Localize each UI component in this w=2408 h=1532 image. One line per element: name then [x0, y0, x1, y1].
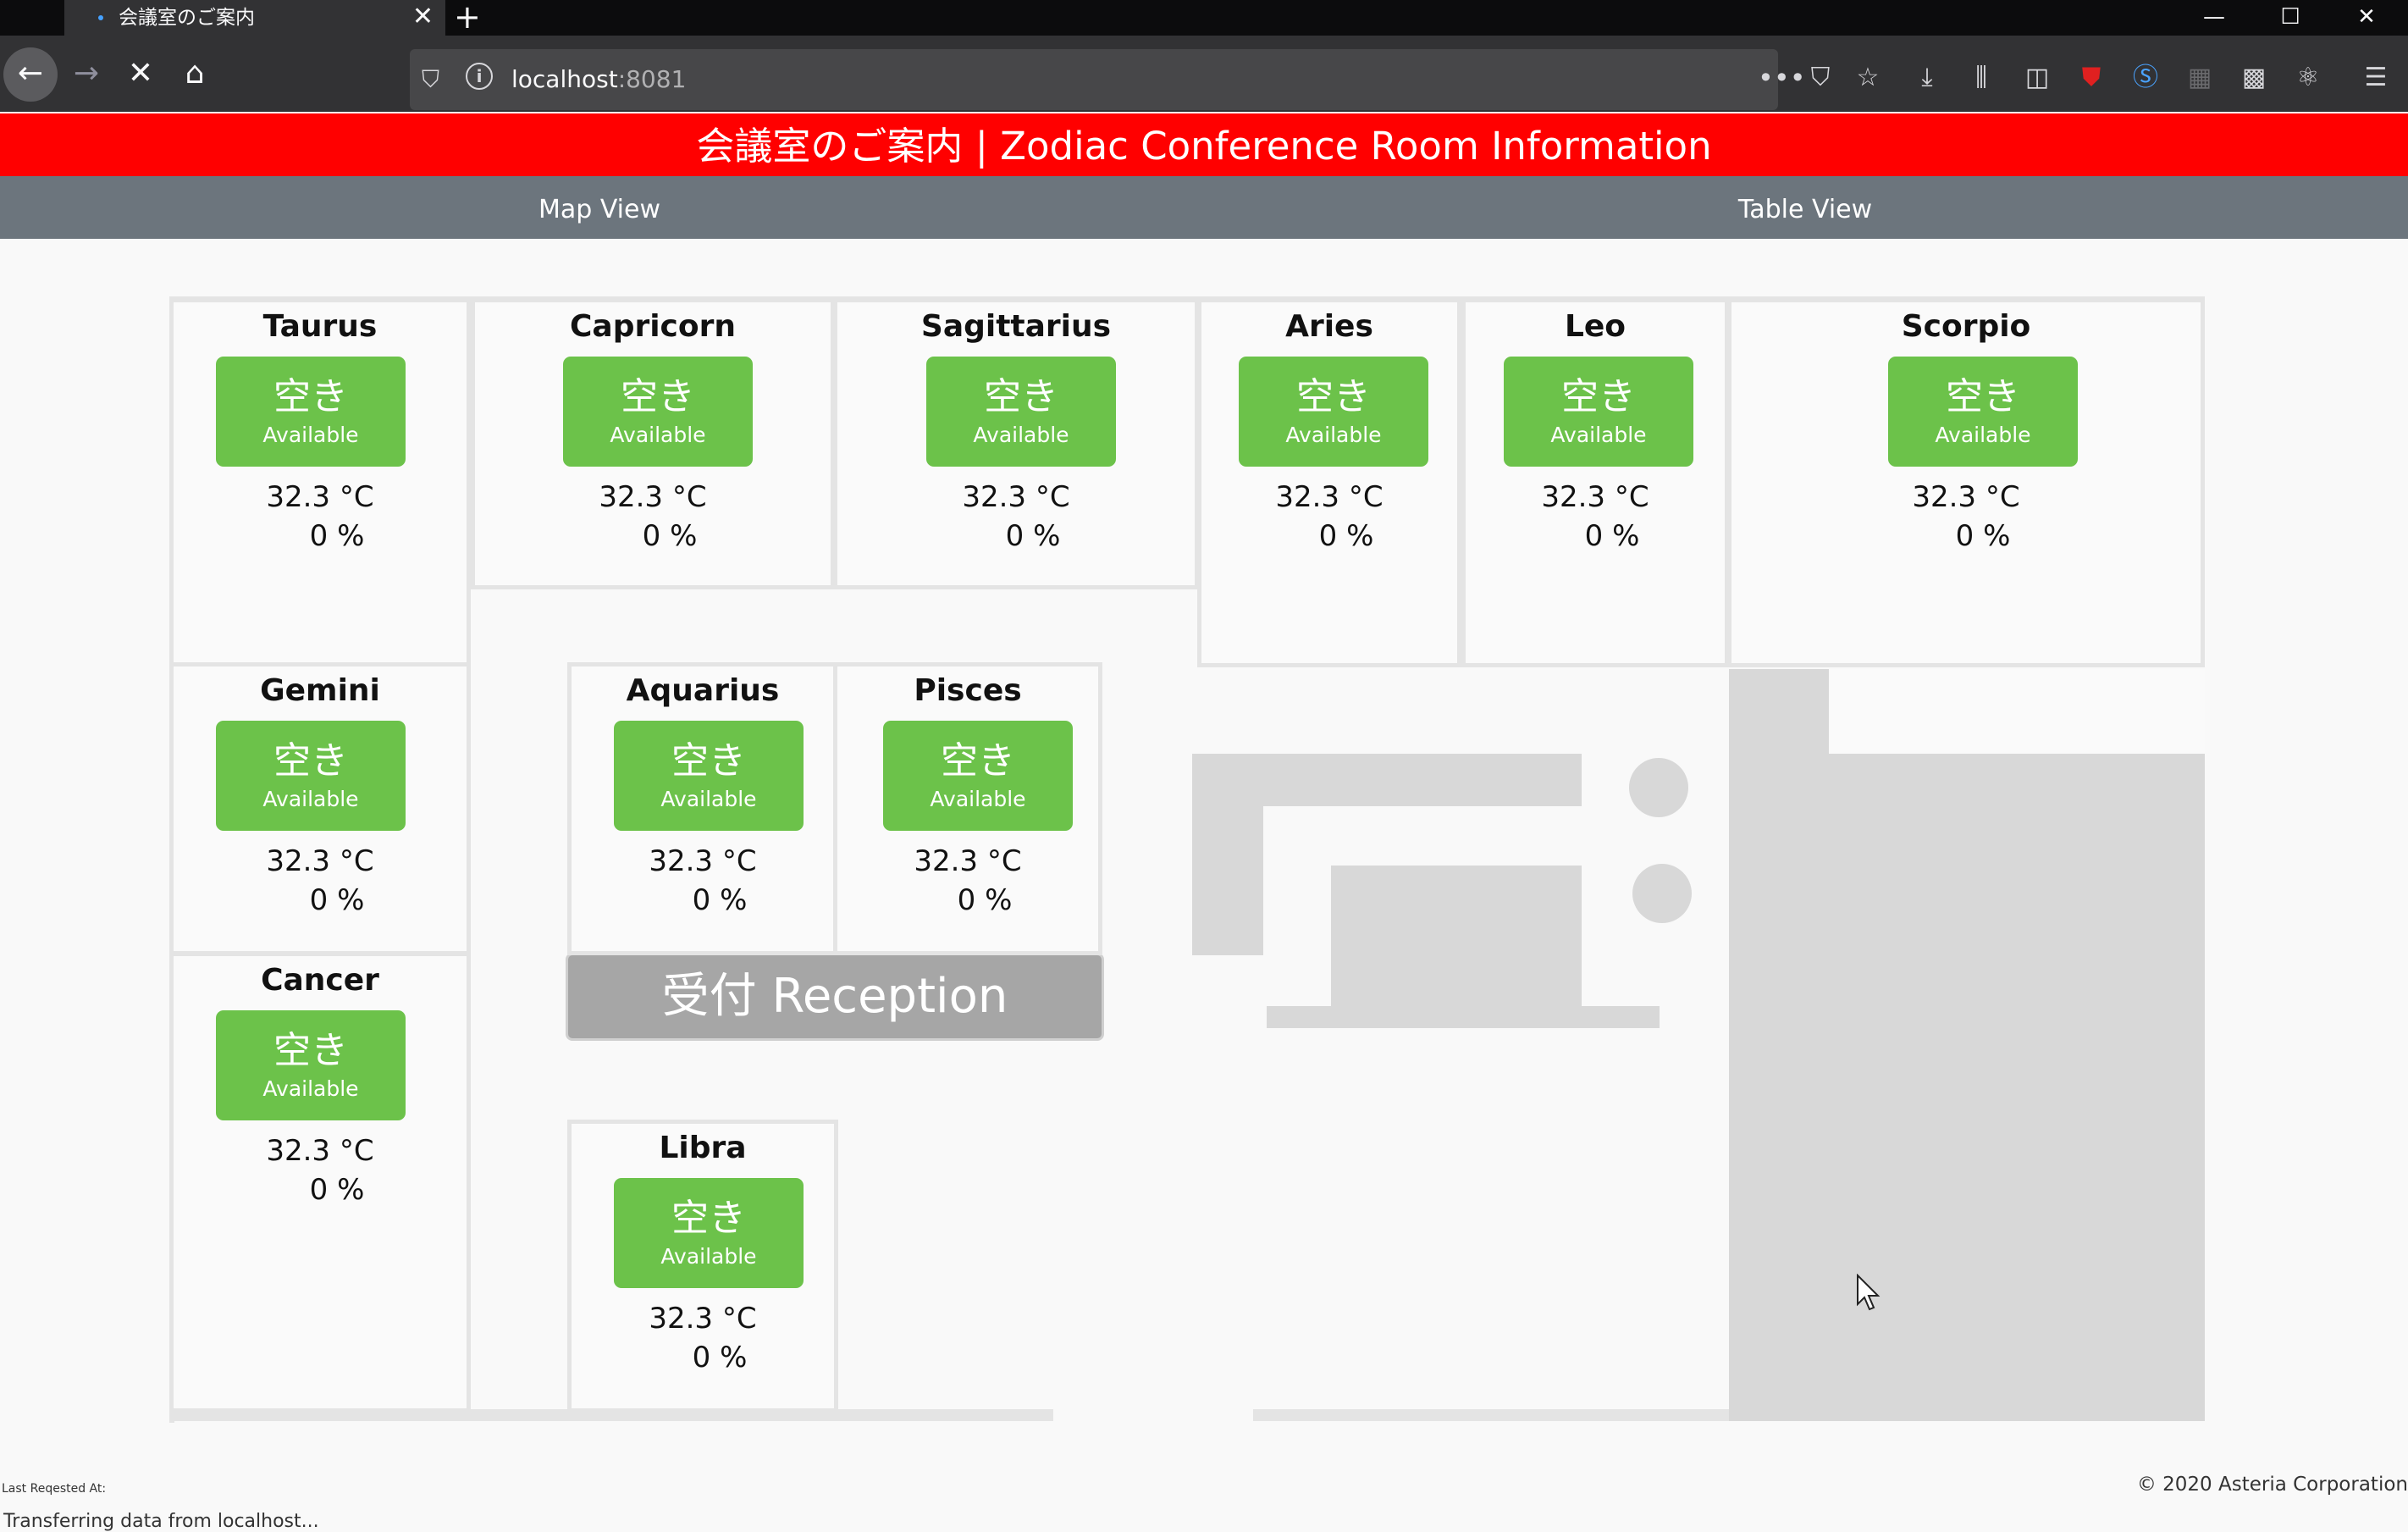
desk-base	[1267, 1006, 1660, 1028]
new-tab-button[interactable]: +	[454, 0, 481, 34]
temperature: 32.3 °C	[266, 1134, 374, 1168]
humidity: 0 %	[957, 883, 1013, 917]
temperature: 32.3 °C	[1275, 480, 1383, 514]
humidity: 0 %	[692, 883, 748, 917]
url-text[interactable]: localhost:8081	[511, 61, 686, 98]
reception-area: 受付 Reception	[566, 953, 1104, 1041]
room-leo[interactable]: Leo 空き Available 32.3 °C 0 %	[1461, 298, 1729, 667]
temperature: 32.3 °C	[649, 1302, 757, 1336]
status-badge: 空き Available	[216, 721, 406, 831]
status-badge: 空き Available	[883, 721, 1073, 831]
room-name: Aquarius	[626, 673, 780, 708]
room-capricorn[interactable]: Capricorn 空き Available 32.3 °C 0 %	[471, 298, 835, 589]
status-badge: 空き Available	[614, 721, 804, 831]
status-badge: 空き Available	[216, 1010, 406, 1120]
minimize-button[interactable]: —	[2176, 0, 2252, 36]
page-title: 会議室のご案内 | Zodiac Conference Room Informa…	[696, 124, 1712, 169]
room-name: Gemini	[260, 673, 380, 708]
desk	[1331, 866, 1582, 1026]
restricted-area	[1729, 669, 2205, 1421]
status-badge: 空き Available	[563, 357, 753, 467]
temperature: 32.3 °C	[266, 844, 374, 878]
room-name: Leo	[1564, 309, 1627, 344]
table-view-link[interactable]: Table View	[1551, 176, 2059, 239]
status-badge: 空き Available	[1888, 357, 2078, 467]
library-icon[interactable]: ⫼	[1964, 59, 1998, 97]
download-icon[interactable]: ⤓	[1910, 59, 1944, 97]
restricted-area-notch	[1829, 669, 2205, 754]
humidity: 0 %	[692, 1341, 748, 1374]
humidity: 0 %	[309, 883, 365, 917]
stool-2	[1632, 864, 1692, 923]
browser-status-text: Transferring data from localhost...	[3, 1511, 319, 1532]
more-icon[interactable]: •••	[1758, 61, 1806, 95]
room-scorpio[interactable]: Scorpio 空き Available 32.3 °C 0 %	[1727, 298, 2205, 667]
room-aquarius[interactable]: Aquarius 空き Available 32.3 °C 0 %	[567, 662, 838, 955]
status-badge: 空き Available	[614, 1178, 804, 1288]
room-sagittarius[interactable]: Sagittarius 空き Available 32.3 °C 0 %	[833, 298, 1199, 589]
tab-title: 会議室のご案内	[119, 7, 255, 29]
humidity: 0 %	[1584, 519, 1640, 553]
room-name: Capricorn	[569, 309, 737, 344]
humidity: 0 %	[1318, 519, 1374, 553]
back-icon[interactable]: ←	[3, 47, 58, 102]
close-window-button[interactable]: ✕	[2328, 0, 2405, 36]
browser-tab[interactable]: 会議室のご案内 ✕	[64, 0, 445, 36]
extension-s-icon[interactable]: Ⓢ	[2129, 59, 2162, 97]
forward-icon[interactable]: →	[59, 47, 113, 102]
extension-grid-icon[interactable]: ▩	[2237, 59, 2271, 97]
temperature: 32.3 °C	[266, 480, 374, 514]
room-name: Cancer	[261, 963, 379, 998]
copyright: © 2020 Asteria Corporation	[2136, 1474, 2408, 1496]
humidity: 0 %	[309, 1173, 365, 1207]
maximize-button[interactable]: ☐	[2252, 0, 2328, 36]
humidity: 0 %	[309, 519, 365, 553]
temperature: 32.3 °C	[1541, 480, 1649, 514]
room-name: Taurus	[262, 309, 378, 344]
extension-react-icon[interactable]: ⚛	[2291, 59, 2325, 97]
room-aries[interactable]: Aries 空き Available 32.3 °C 0 %	[1197, 298, 1461, 667]
ublock-icon[interactable]: ⛊	[2074, 59, 2108, 97]
info-icon[interactable]: i	[466, 63, 493, 90]
room-name: Libra	[659, 1131, 747, 1165]
temperature: 32.3 °C	[914, 844, 1022, 878]
extension-translate-icon[interactable]: ▦	[2183, 59, 2217, 97]
room-name: Pisces	[914, 673, 1022, 708]
temperature: 32.3 °C	[649, 844, 757, 878]
humidity: 0 %	[1955, 519, 2011, 553]
room-cancer[interactable]: Cancer 空き Available 32.3 °C 0 %	[169, 952, 471, 1413]
stop-icon[interactable]: ✕	[113, 47, 168, 102]
temperature: 32.3 °C	[1912, 480, 2020, 514]
status-badge: 空き Available	[216, 357, 406, 467]
stool-1	[1629, 758, 1688, 817]
pocket-icon[interactable]: ⛉	[1803, 59, 1837, 97]
loading-dot-icon	[98, 15, 103, 20]
room-libra[interactable]: Libra 空き Available 32.3 °C 0 %	[567, 1120, 838, 1413]
room-taurus[interactable]: Taurus 空き Available 32.3 °C 0 %	[169, 298, 471, 667]
humidity: 0 %	[642, 519, 698, 553]
sidebar-icon[interactable]: ◫	[2020, 59, 2054, 97]
temperature: 32.3 °C	[599, 480, 707, 514]
map-view-link[interactable]: Map View	[345, 176, 853, 239]
last-requested-label: Last Reqested At:	[2, 1482, 107, 1496]
menu-icon[interactable]: ☰	[2359, 59, 2393, 97]
status-badge: 空き Available	[926, 357, 1116, 467]
room-name: Scorpio	[1901, 309, 2031, 344]
shield-icon[interactable]: ⛉	[422, 61, 439, 98]
status-badge: 空き Available	[1239, 357, 1428, 467]
room-name: Aries	[1285, 309, 1373, 344]
bookmark-star-icon[interactable]: ☆	[1851, 59, 1885, 97]
app-header: 会議室のご案内 | Zodiac Conference Room Informa…	[0, 113, 2408, 176]
counter-side	[1192, 754, 1263, 955]
room-name: Sagittarius	[920, 309, 1112, 344]
home-icon[interactable]: ⌂	[168, 47, 222, 102]
room-gemini[interactable]: Gemini 空き Available 32.3 °C 0 %	[169, 662, 471, 955]
humidity: 0 %	[1005, 519, 1061, 553]
map-wall-bottom-right	[1253, 1409, 1731, 1421]
room-pisces[interactable]: Pisces 空き Available 32.3 °C 0 %	[833, 662, 1102, 955]
tab-close-icon[interactable]: ✕	[412, 2, 434, 32]
url-bar[interactable]: ⛉ i localhost:8081	[410, 49, 1778, 110]
temperature: 32.3 °C	[962, 480, 1070, 514]
status-badge: 空き Available	[1504, 357, 1693, 467]
